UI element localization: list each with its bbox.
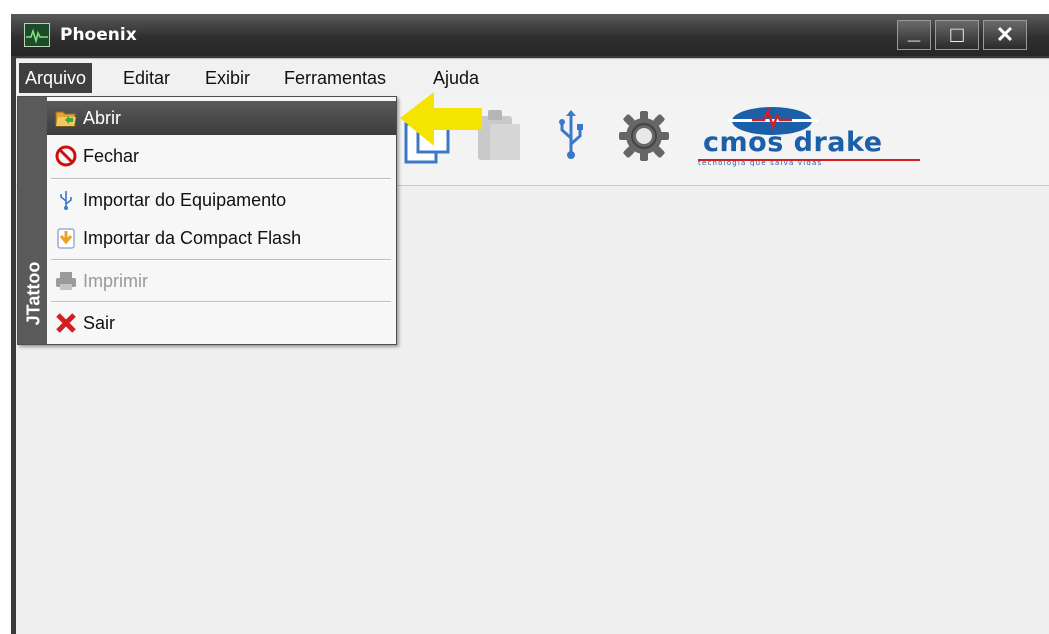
menu-item-abrir[interactable]: Abrir <box>47 101 396 135</box>
logo-tagline: tecnologia que salva vidas <box>698 159 823 167</box>
close-button[interactable]: ✕ <box>983 20 1027 50</box>
menu-item-importar-compact-flash[interactable]: Importar da Compact Flash <box>47 221 396 255</box>
menu-separator <box>51 178 391 180</box>
settings-gear-icon[interactable] <box>616 108 672 164</box>
menu-item-sair[interactable]: Sair <box>47 306 396 340</box>
no-entry-icon <box>55 145 77 167</box>
menu-item-importar-equipamento[interactable]: Importar do Equipamento <box>47 183 396 217</box>
maximize-button[interactable]: □ <box>935 20 979 50</box>
menu-separator <box>51 259 391 261</box>
menu-item-label: Imprimir <box>83 271 148 291</box>
close-icon: ✕ <box>995 22 1015 47</box>
menu-side-panel: JTattoo <box>18 97 47 344</box>
menu-ajuda[interactable]: Ajuda <box>427 65 485 91</box>
menu-item-label: Importar do Equipamento <box>83 190 287 210</box>
menu-item-fechar[interactable]: Fechar <box>47 139 396 173</box>
window-title: Phoenix <box>60 25 137 45</box>
maximize-icon: □ <box>950 22 964 47</box>
usb-icon <box>60 191 72 210</box>
menu-exibir[interactable]: Exibir <box>199 65 256 91</box>
menu-item-label: Importar da Compact Flash <box>83 228 302 248</box>
import-card-icon <box>57 228 75 249</box>
yellow-arrow-icon <box>400 92 482 146</box>
logo-text: cmos drake <box>703 127 883 158</box>
printer-icon <box>56 272 76 290</box>
menu-arquivo[interactable]: Arquivo <box>19 63 93 93</box>
menu-editar[interactable]: Editar <box>117 65 176 91</box>
menu-separator <box>51 301 391 303</box>
menu-item-imprimir[interactable]: Imprimir <box>47 264 396 298</box>
menu-item-label: Abrir <box>83 108 122 128</box>
red-x-icon <box>56 313 76 333</box>
minimize-icon: _ <box>907 19 921 44</box>
menu-item-label: Sair <box>83 313 116 333</box>
arquivo-dropdown-menu: JTattoo Abrir Fechar Importar do Equipam… <box>17 96 397 345</box>
menu-bar: Arquivo Editar Exibir Ferramentas Ajuda <box>16 58 1049 95</box>
minimize-button[interactable]: _ <box>897 19 931 50</box>
cmos-drake-logo: cmos drake tecnologia que salva vidas <box>692 97 924 169</box>
heartbeat-monitor-icon <box>24 23 50 47</box>
menu-item-label: Fechar <box>83 146 140 166</box>
title-bar[interactable]: Phoenix _ □ ✕ <box>11 14 1049 56</box>
usb-icon[interactable] <box>556 108 586 160</box>
jtattoo-label: JTattoo <box>23 261 44 326</box>
open-folder-icon <box>55 111 76 127</box>
menu-ferramentas[interactable]: Ferramentas <box>278 65 392 91</box>
